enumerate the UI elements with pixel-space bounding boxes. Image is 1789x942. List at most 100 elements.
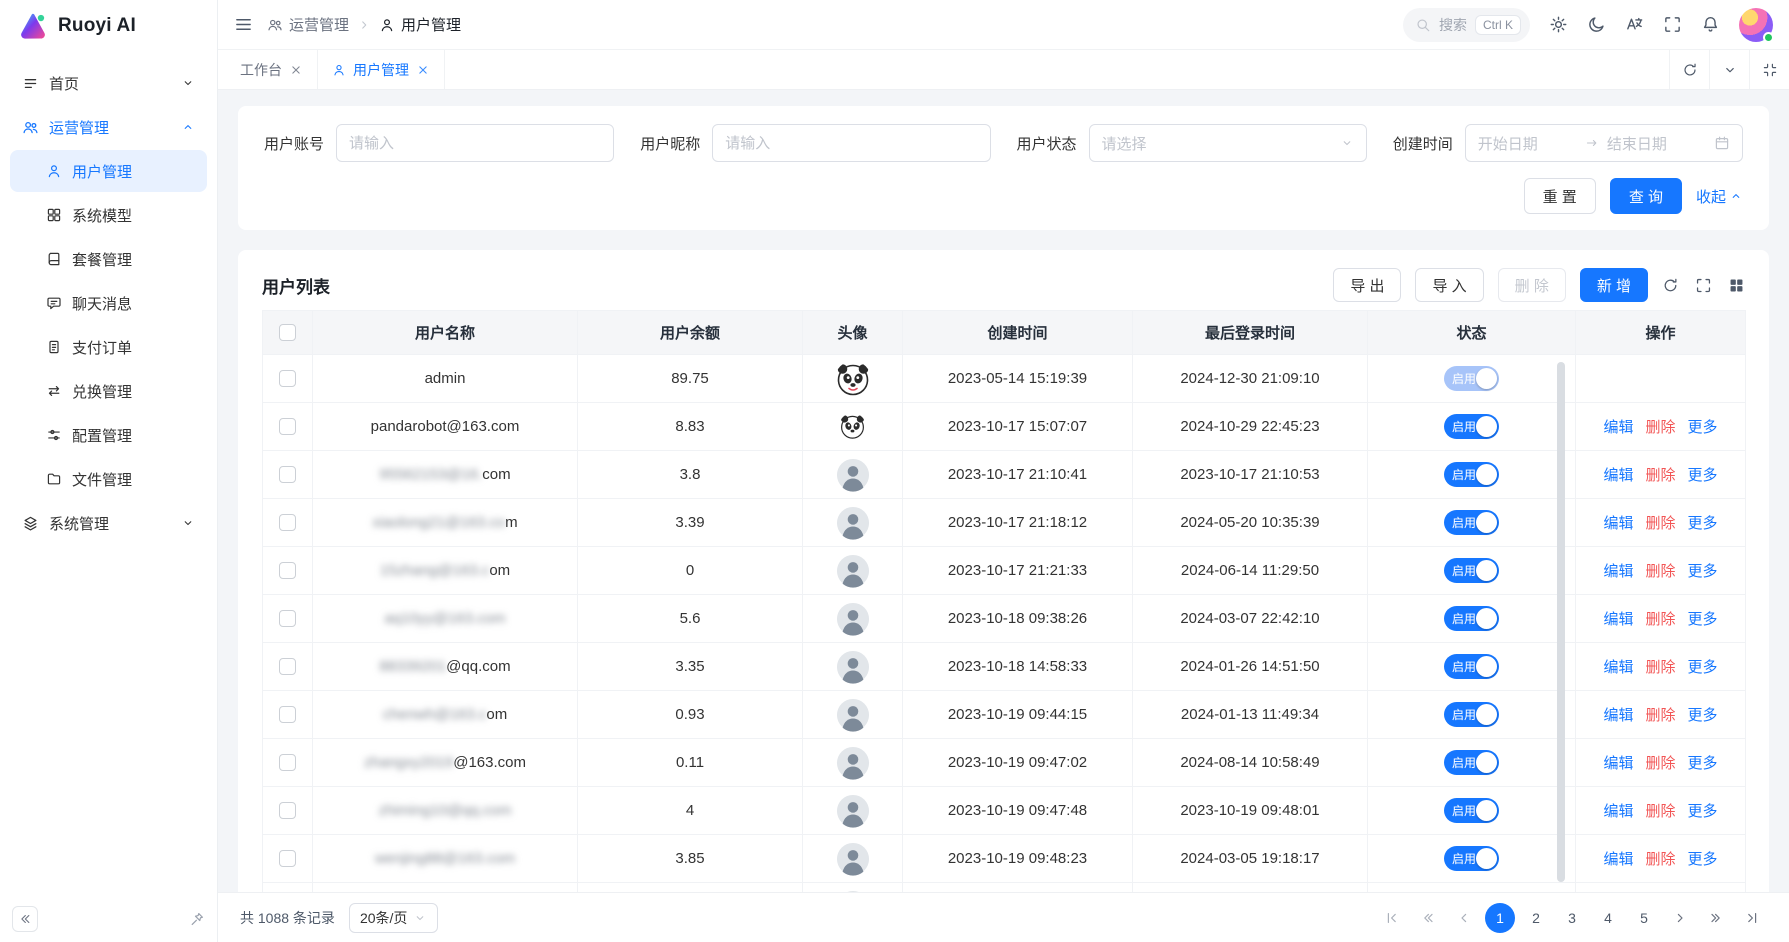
prev-page-button[interactable] bbox=[1449, 903, 1479, 933]
user-avatar[interactable] bbox=[1739, 8, 1773, 42]
page-4-button[interactable]: 4 bbox=[1593, 903, 1623, 933]
menu-toggle-icon[interactable] bbox=[234, 15, 253, 34]
edit-link[interactable]: 编辑 bbox=[1603, 848, 1633, 869]
last-page-button[interactable] bbox=[1737, 903, 1767, 933]
collapse-filters-link[interactable]: 收起 bbox=[1696, 186, 1743, 207]
more-link[interactable]: 更多 bbox=[1688, 512, 1718, 533]
filter-input[interactable] bbox=[712, 124, 990, 162]
edit-link[interactable]: 编辑 bbox=[1603, 704, 1633, 725]
close-icon[interactable] bbox=[416, 63, 430, 77]
more-link[interactable]: 更多 bbox=[1688, 704, 1718, 725]
edit-link[interactable]: 编辑 bbox=[1603, 416, 1633, 437]
sidebar-item-models[interactable]: 系统模型 bbox=[10, 194, 207, 236]
refresh-button[interactable] bbox=[1669, 50, 1709, 89]
delete-link[interactable]: 删除 bbox=[1645, 800, 1675, 821]
row-checkbox[interactable] bbox=[279, 658, 296, 675]
page-1-button[interactable]: 1 bbox=[1485, 903, 1515, 933]
filter-daterange[interactable]: 开始日期结束日期 bbox=[1465, 124, 1743, 162]
brand[interactable]: Ruoyi AI bbox=[0, 0, 217, 52]
status-toggle[interactable]: 启用 bbox=[1444, 798, 1499, 823]
sidebar-item-config[interactable]: 配置管理 bbox=[10, 414, 207, 456]
bell-button[interactable] bbox=[1701, 15, 1720, 34]
page-size-select[interactable]: 20条/页 bbox=[349, 903, 438, 933]
delete-link[interactable]: 删除 bbox=[1645, 608, 1675, 629]
translate-button[interactable] bbox=[1625, 15, 1644, 34]
pin-icon[interactable] bbox=[189, 911, 205, 927]
chevron-down-button[interactable] bbox=[1709, 50, 1749, 89]
filter-input[interactable] bbox=[336, 124, 614, 162]
moon-button[interactable] bbox=[1587, 15, 1606, 34]
more-link[interactable]: 更多 bbox=[1688, 464, 1718, 485]
status-toggle[interactable]: 启用 bbox=[1444, 414, 1499, 439]
first-page-button[interactable] bbox=[1377, 903, 1407, 933]
page-5-button[interactable]: 5 bbox=[1629, 903, 1659, 933]
select-all-checkbox[interactable] bbox=[279, 324, 296, 341]
export-button[interactable]: 导 出 bbox=[1333, 268, 1401, 302]
delete-link[interactable]: 删除 bbox=[1645, 416, 1675, 437]
delete-link[interactable]: 删除 bbox=[1645, 848, 1675, 869]
status-toggle[interactable]: 启用 bbox=[1444, 654, 1499, 679]
table-scrollbar[interactable] bbox=[1557, 362, 1565, 882]
filter-select[interactable]: 请选择 bbox=[1089, 124, 1367, 162]
reset-button[interactable]: 重 置 bbox=[1524, 178, 1596, 214]
delete-link[interactable]: 删除 bbox=[1645, 464, 1675, 485]
sidebar-item-chat-messages[interactable]: 聊天消息 bbox=[10, 282, 207, 324]
double-next-button[interactable] bbox=[1701, 903, 1731, 933]
row-checkbox[interactable] bbox=[279, 562, 296, 579]
edit-link[interactable]: 编辑 bbox=[1603, 560, 1633, 581]
row-checkbox[interactable] bbox=[279, 418, 296, 435]
status-toggle[interactable]: 启用 bbox=[1444, 750, 1499, 775]
close-icon[interactable] bbox=[289, 63, 303, 77]
delete-link[interactable]: 删除 bbox=[1645, 752, 1675, 773]
breadcrumb-item[interactable]: 运营管理 bbox=[267, 14, 349, 35]
row-checkbox[interactable] bbox=[279, 610, 296, 627]
row-checkbox[interactable] bbox=[279, 466, 296, 483]
fullscreen-button[interactable] bbox=[1663, 15, 1682, 34]
status-toggle[interactable]: 启用 bbox=[1444, 702, 1499, 727]
double-prev-button[interactable] bbox=[1413, 903, 1443, 933]
delete-button[interactable]: 删 除 bbox=[1498, 268, 1566, 302]
row-checkbox[interactable] bbox=[279, 370, 296, 387]
row-checkbox[interactable] bbox=[279, 754, 296, 771]
more-link[interactable]: 更多 bbox=[1688, 560, 1718, 581]
sidebar-item-home[interactable]: 首页 bbox=[10, 62, 207, 104]
more-link[interactable]: 更多 bbox=[1688, 800, 1718, 821]
sidebar-item-files[interactable]: 文件管理 bbox=[10, 458, 207, 500]
edit-link[interactable]: 编辑 bbox=[1603, 512, 1633, 533]
sidebar-item-packages[interactable]: 套餐管理 bbox=[10, 238, 207, 280]
status-toggle[interactable]: 启用 bbox=[1444, 846, 1499, 871]
delete-link[interactable]: 删除 bbox=[1645, 560, 1675, 581]
import-button[interactable]: 导 入 bbox=[1415, 268, 1483, 302]
sidebar-collapse-button[interactable] bbox=[12, 906, 38, 932]
status-toggle[interactable]: 启用 bbox=[1444, 510, 1499, 535]
query-button[interactable]: 查 询 bbox=[1610, 178, 1682, 214]
refresh-button[interactable] bbox=[1662, 277, 1679, 294]
more-link[interactable]: 更多 bbox=[1688, 416, 1718, 437]
tab-user-management[interactable]: 用户管理 bbox=[318, 50, 445, 89]
delete-link[interactable]: 删除 bbox=[1645, 512, 1675, 533]
sidebar-item-exchange[interactable]: 兑换管理 bbox=[10, 370, 207, 412]
more-link[interactable]: 更多 bbox=[1688, 848, 1718, 869]
row-checkbox[interactable] bbox=[279, 706, 296, 723]
status-toggle[interactable]: 启用 bbox=[1444, 462, 1499, 487]
edit-link[interactable]: 编辑 bbox=[1603, 800, 1633, 821]
tab-workbench[interactable]: 工作台 bbox=[226, 50, 318, 89]
sidebar-item-operations[interactable]: 运营管理 bbox=[10, 106, 207, 148]
delete-link[interactable]: 删除 bbox=[1645, 656, 1675, 677]
fullscreen-exit-button[interactable] bbox=[1749, 50, 1789, 89]
sidebar-item-users[interactable]: 用户管理 bbox=[10, 150, 207, 192]
more-link[interactable]: 更多 bbox=[1688, 656, 1718, 677]
more-link[interactable]: 更多 bbox=[1688, 608, 1718, 629]
status-toggle[interactable]: 启用 bbox=[1444, 606, 1499, 631]
gear-button[interactable] bbox=[1549, 15, 1568, 34]
status-toggle[interactable]: 启用 bbox=[1444, 558, 1499, 583]
search-input[interactable]: 搜索 Ctrl K bbox=[1403, 8, 1530, 42]
breadcrumb-item[interactable]: 用户管理 bbox=[379, 14, 461, 35]
next-page-button[interactable] bbox=[1665, 903, 1695, 933]
grid-button[interactable] bbox=[1728, 277, 1745, 294]
row-checkbox[interactable] bbox=[279, 850, 296, 867]
edit-link[interactable]: 编辑 bbox=[1603, 464, 1633, 485]
delete-link[interactable]: 删除 bbox=[1645, 704, 1675, 725]
edit-link[interactable]: 编辑 bbox=[1603, 656, 1633, 677]
edit-link[interactable]: 编辑 bbox=[1603, 752, 1633, 773]
